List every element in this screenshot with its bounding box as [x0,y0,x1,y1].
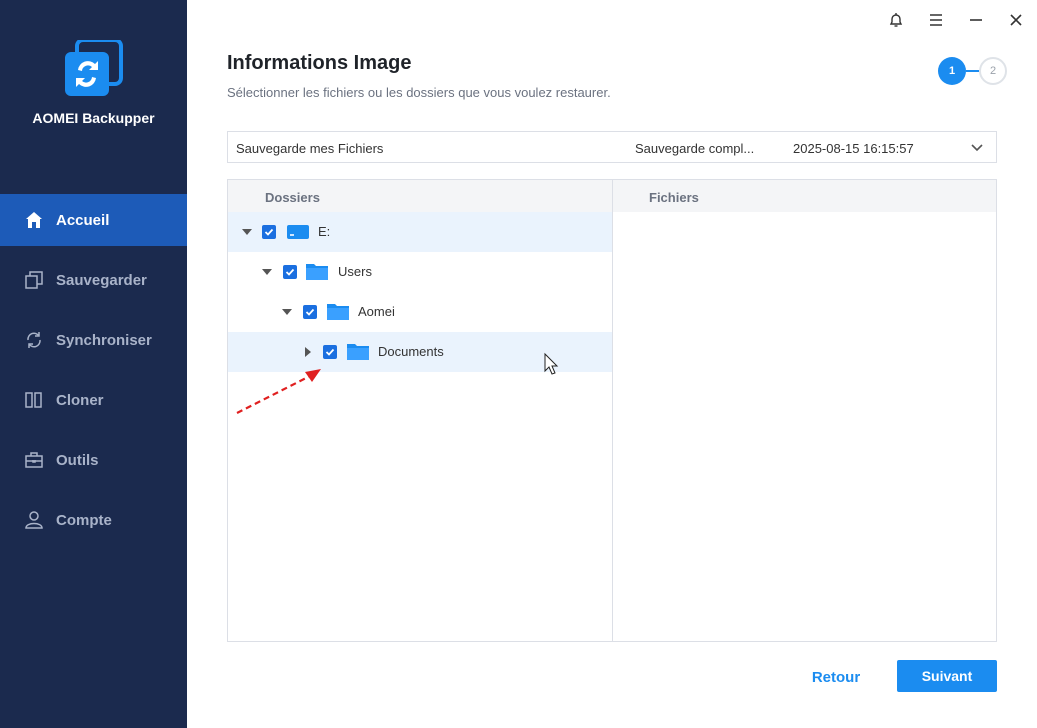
expand-arrow-icon[interactable] [242,227,252,237]
tree-row-documents[interactable]: Documents [228,332,612,372]
sidebar-item-label: Compte [56,511,112,529]
clone-icon [24,390,44,410]
collapsed-arrow-icon[interactable] [303,347,313,357]
folders-header: Dossiers [228,180,612,212]
tree-row-aomei[interactable]: Aomei [228,292,612,332]
app-logo-icon [65,40,123,96]
next-button[interactable]: Suivant [897,660,997,692]
sidebar-nav: Accueil Sauvegarder Synchroniser Cloner … [0,194,187,554]
sidebar-item-accueil[interactable]: Accueil [0,194,187,246]
sidebar-item-label: Accueil [56,211,110,229]
sidebar-item-label: Outils [56,451,99,469]
expand-arrow-icon[interactable] [282,307,292,317]
browse-panels: Dossiers E: Users Aomei Documents Fichie… [227,179,997,642]
files-panel: Fichiers [613,180,996,641]
tree-row-e-drive[interactable]: E: [228,212,612,252]
folders-panel: Dossiers E: Users Aomei Documents [228,180,613,641]
backup-icon [24,270,44,290]
toolbox-icon [24,450,44,470]
sidebar-item-cloner[interactable]: Cloner [0,374,187,426]
step-indicator-current: 1 [938,57,966,85]
tree-row-label: Users [338,264,372,279]
step-connector [966,70,979,72]
backup-name: Sauvegarde mes Fichiers [236,141,384,156]
bell-icon[interactable] [886,10,906,30]
sidebar-item-sauvegarder[interactable]: Sauvegarder [0,254,187,306]
app-name: AOMEI Backupper [32,110,155,126]
drive-icon [287,225,309,239]
minimize-icon[interactable] [966,10,986,30]
backup-date: 2025-08-15 16:15:57 [793,141,914,156]
step-indicator-next: 2 [979,57,1007,85]
user-icon [24,510,44,530]
sidebar-item-label: Cloner [56,391,104,409]
tree-row-label: E: [318,224,331,239]
sidebar-item-synchroniser[interactable]: Synchroniser [0,314,187,366]
checkmark-icon [325,348,335,356]
checkmark-icon [285,268,295,276]
sidebar-item-label: Synchroniser [56,331,152,349]
menu-icon[interactable] [926,10,946,30]
checkmark-icon [305,308,315,316]
folder-icon [347,344,369,360]
close-icon[interactable] [1006,10,1026,30]
tree-checkbox[interactable] [323,345,337,359]
chevron-down-icon [971,144,983,152]
page-title: Informations Image [227,52,412,74]
page-subtitle: Sélectionner les fichiers ou les dossier… [227,85,611,100]
folder-icon [327,304,349,320]
sidebar-item-label: Sauvegarder [56,271,147,289]
tree-row-users[interactable]: Users [228,252,612,292]
sidebar-item-outils[interactable]: Outils [0,434,187,486]
backup-type: Sauvegarde compl... [635,141,755,156]
files-header: Fichiers [613,180,996,212]
tree-checkbox[interactable] [262,225,276,239]
folder-icon [306,264,328,280]
expand-arrow-icon[interactable] [262,267,272,277]
tree-checkbox[interactable] [303,305,317,319]
tree-row-label: Aomei [358,304,395,319]
tree-row-label: Documents [378,344,444,359]
home-icon [24,210,44,230]
tree-checkbox[interactable] [283,265,297,279]
backup-select-dropdown[interactable]: Sauvegarde mes Fichiers Sauvegarde compl… [227,131,997,163]
checkmark-icon [264,228,274,236]
sidebar: AOMEI Backupper Accueil Sauvegarder Sync… [0,0,187,728]
back-button[interactable]: Retour [803,661,869,693]
sync-icon [24,330,44,350]
sidebar-item-compte[interactable]: Compte [0,494,187,546]
